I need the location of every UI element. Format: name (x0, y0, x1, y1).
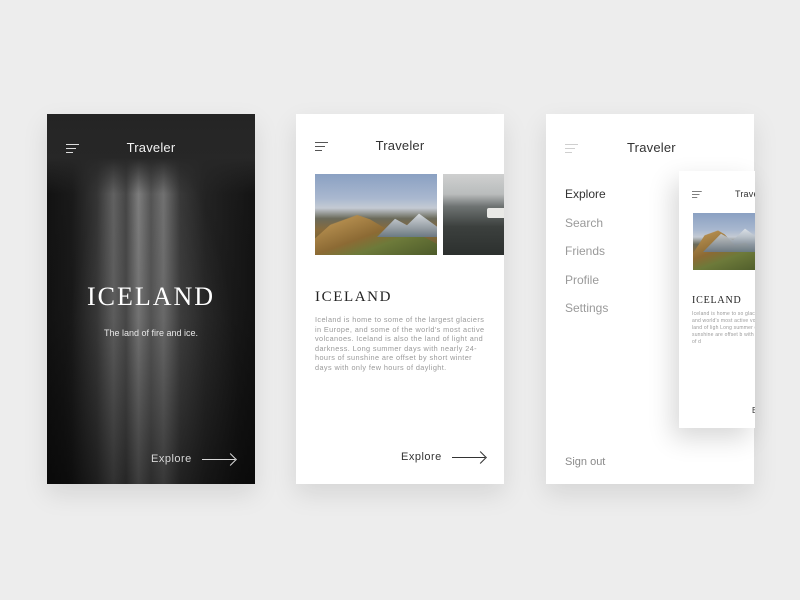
hamburger-menu-icon[interactable] (565, 144, 579, 154)
preview-app-title: Trave (735, 189, 755, 199)
preview-title: ICELAND (692, 295, 742, 306)
article-screen: Traveler ICELAND Iceland is home to some… (296, 114, 504, 484)
menu-item-profile[interactable]: Profile (565, 273, 608, 302)
preview-explore-label: E (752, 406, 755, 415)
article-title: ICELAND (315, 289, 393, 305)
menu-item-explore[interactable]: Explore (565, 187, 608, 216)
mountain-landscape-photo[interactable] (315, 174, 437, 255)
car-on-road-photo[interactable] (443, 174, 504, 255)
hamburger-menu-icon[interactable] (692, 191, 703, 199)
menu-item-search[interactable]: Search (565, 216, 608, 245)
side-menu: Explore Search Friends Profile Settings (565, 187, 608, 330)
app-title: Traveler (375, 138, 425, 153)
explore-label: Explore (401, 451, 442, 463)
explore-button[interactable]: Explore (401, 451, 486, 463)
home-screen: Traveler ICELAND The land of fire and ic… (47, 114, 255, 484)
sign-out-link[interactable]: Sign out (565, 456, 605, 468)
menu-item-friends[interactable]: Friends (565, 244, 608, 273)
hero-title: ICELAND (86, 282, 216, 311)
menu-item-settings[interactable]: Settings (565, 301, 608, 330)
hero-subtitle: The land of fire and ice. (103, 328, 199, 338)
app-title: Traveler (126, 140, 176, 155)
article-body: Iceland is home to some of the largest g… (315, 315, 485, 372)
arrow-right-icon (201, 454, 236, 464)
preview-card[interactable]: Trave ICELAND Iceland is home to so glac… (679, 171, 755, 428)
explore-button[interactable]: Explore (151, 453, 236, 465)
preview-body: Iceland is home to so glaciers in Europe… (692, 311, 755, 345)
app-title: Traveler (627, 140, 676, 155)
mountain-landscape-photo (693, 213, 755, 270)
explore-label: Explore (151, 453, 192, 465)
arrow-right-icon (451, 452, 486, 462)
